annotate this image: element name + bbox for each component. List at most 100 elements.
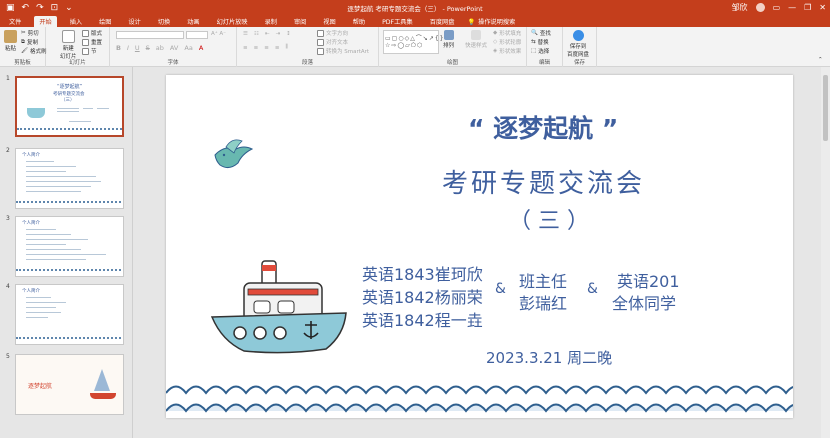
columns-icon[interactable]: ⫼ xyxy=(285,44,288,51)
vertical-scrollbar[interactable] xyxy=(821,67,830,438)
shape-fill-button[interactable]: ◆ 形状填充 xyxy=(493,29,521,37)
slide-thumbnail-5[interactable]: 逐梦起航 xyxy=(15,354,124,415)
restore-button[interactable]: ❐ xyxy=(804,3,811,12)
close-button[interactable]: ✕ xyxy=(819,3,826,12)
font-group: A⁺ A⁻ B I U S ab AV Aa A 字体 xyxy=(110,27,237,67)
line-spacing-icon[interactable]: ↕ xyxy=(286,31,291,37)
effects-icon: ◈ xyxy=(493,48,498,54)
tab-slideshow[interactable]: 幻灯片放映 xyxy=(213,16,252,27)
layout-button[interactable]: 版式 xyxy=(82,29,102,37)
ribbon-display-icon[interactable]: ▭ xyxy=(773,3,781,12)
slide-thumbnail-1[interactable]: “逐梦起航” 考研专题交流会 （三） xyxy=(15,76,124,137)
tab-transitions[interactable]: 切换 xyxy=(154,16,174,27)
align-right-icon[interactable]: ≡ xyxy=(264,45,269,51)
bold-button[interactable]: B xyxy=(116,44,121,52)
ribbon-tabs: 文件 开始 插入 绘图 设计 切换 动画 幻灯片放映 录制 审阅 视图 帮助 P… xyxy=(0,16,830,28)
quick-styles-button[interactable]: 快速样式 xyxy=(465,30,487,49)
italic-button[interactable]: I xyxy=(127,44,129,52)
slide-number: 2 xyxy=(6,147,10,154)
host-name[interactable]: 彭瑞红 xyxy=(519,290,567,314)
host-role[interactable]: 班主任 xyxy=(519,268,567,292)
shadow-button[interactable]: ab xyxy=(156,44,164,52)
new-slide-button[interactable]: 新建 幻灯片 xyxy=(60,30,77,60)
slide-subtitle[interactable]: 考研专题交流会 xyxy=(442,163,645,200)
brush-icon: 🖌 xyxy=(21,48,28,54)
smartart-icon xyxy=(317,47,324,55)
quick-styles-icon xyxy=(471,30,481,40)
tab-view[interactable]: 视图 xyxy=(319,16,339,27)
audience-label[interactable]: 全体同学 xyxy=(612,290,676,314)
baidu-cloud-icon xyxy=(572,30,584,41)
align-text-icon xyxy=(317,38,324,46)
strike-button[interactable]: S xyxy=(146,44,150,52)
avatar[interactable] xyxy=(755,3,765,12)
tab-baidu[interactable]: 百度网盘 xyxy=(426,16,459,27)
font-format-row: B I U S ab AV Aa A xyxy=(116,44,203,52)
smartart-button[interactable]: 转换为 SmartArt xyxy=(317,47,369,55)
drawing-group-label: 绘图 xyxy=(446,60,458,66)
slide-number: 5 xyxy=(6,353,10,360)
slide-title[interactable]: “ 逐梦起航 ” xyxy=(468,109,618,145)
search-box[interactable]: 💡 操作说明搜索 xyxy=(467,17,515,27)
clipboard-group-label: 剪贴板 xyxy=(14,60,31,66)
speaker-3[interactable]: 英语1842程一垚 xyxy=(362,307,483,331)
underline-button[interactable]: U xyxy=(135,44,140,52)
bird-illustration xyxy=(214,139,254,169)
tab-draw[interactable]: 绘图 xyxy=(95,16,115,27)
shape-effects-button[interactable]: ◈ 形状效果 xyxy=(493,47,521,55)
tab-design[interactable]: 设计 xyxy=(125,16,145,27)
numbering-icon[interactable]: ☷ xyxy=(254,31,259,37)
section-button[interactable]: 节 xyxy=(82,47,97,55)
align-center-icon[interactable]: ≡ xyxy=(254,45,259,51)
save-to-baidu-button[interactable]: 保存到 百度网盘 xyxy=(567,30,589,58)
align-text-button[interactable]: 对齐文本 xyxy=(317,38,348,46)
audience-class[interactable]: 英语201 xyxy=(617,268,680,292)
tab-file[interactable]: 文件 xyxy=(5,16,25,27)
copy-button[interactable]: ⧉ 复制 xyxy=(21,38,38,47)
slide-thumbnail-4[interactable]: 个人简介 xyxy=(15,284,124,345)
outdent-icon[interactable]: ⇥ xyxy=(275,31,280,37)
slide-canvas[interactable]: “ 逐梦起航 ” 考研专题交流会 （ 三 ） 英语1843崔珂欣 英语1842杨… xyxy=(166,75,793,418)
shape-outline-button[interactable]: ◇ 形状轮廓 xyxy=(493,38,521,46)
replace-button[interactable]: ⇆ 替换 xyxy=(531,38,549,46)
spacing-icon[interactable]: AV xyxy=(170,44,178,52)
bullets-icon[interactable]: ☰ xyxy=(243,31,248,37)
collapse-ribbon-icon[interactable]: ⌃ xyxy=(818,57,823,63)
tab-insert[interactable]: 插入 xyxy=(66,16,86,27)
slide-part[interactable]: （ 三 ） xyxy=(509,203,589,235)
reset-button[interactable]: 重置 xyxy=(82,38,102,46)
tab-record[interactable]: 录制 xyxy=(261,16,281,27)
tab-animations[interactable]: 动画 xyxy=(183,16,203,27)
text-direction-button[interactable]: 文字方向 xyxy=(317,29,348,37)
user-name[interactable]: 邹欣 xyxy=(732,2,748,13)
tab-help[interactable]: 帮助 xyxy=(349,16,369,27)
arrange-button[interactable]: 排列 xyxy=(443,30,454,49)
slide-thumbnail-3[interactable]: 个人简介 xyxy=(15,216,124,277)
clipboard-icon xyxy=(4,30,17,43)
paste-button[interactable]: 粘贴 xyxy=(4,30,17,52)
align-row: ≡ ≡ ≡ ≡ ⫼ xyxy=(243,44,288,51)
minimize-button[interactable]: — xyxy=(788,3,796,12)
find-button[interactable]: 🔍 查找 xyxy=(531,29,551,37)
indent-icon[interactable]: ⇤ xyxy=(265,31,270,37)
speaker-2[interactable]: 英语1842杨丽荣 xyxy=(362,284,483,308)
select-button[interactable]: ⬚ 选择 xyxy=(531,47,549,55)
case-icon[interactable]: Aa xyxy=(184,44,192,52)
font-size-field[interactable] xyxy=(186,31,208,39)
tab-review[interactable]: 审阅 xyxy=(290,16,310,27)
font-name-field[interactable] xyxy=(116,31,184,39)
shapes-gallery[interactable]: ▭▢○◇△⌒↘↗{}☆⇨◯▱⬠⬡ xyxy=(383,30,444,54)
cut-button[interactable]: ✂ 剪切 xyxy=(21,29,39,37)
scrollbar-thumb[interactable] xyxy=(823,75,828,141)
justify-icon[interactable]: ≡ xyxy=(275,45,280,51)
align-left-icon[interactable]: ≡ xyxy=(243,45,248,51)
event-date[interactable]: 2023.3.21 周二晚 xyxy=(486,347,612,368)
outline-icon: ◇ xyxy=(493,39,498,45)
reset-icon xyxy=(82,38,89,46)
speaker-1[interactable]: 英语1843崔珂欣 xyxy=(362,261,483,285)
tab-pdf[interactable]: PDF工具集 xyxy=(378,16,417,27)
font-color-icon[interactable]: A xyxy=(199,44,203,52)
slide-thumbnail-2[interactable]: 个人简介 xyxy=(15,148,124,209)
grow-font-button[interactable]: A⁺ A⁻ xyxy=(211,31,226,37)
format-painter-button[interactable]: 🖌 格式刷 xyxy=(21,47,47,55)
